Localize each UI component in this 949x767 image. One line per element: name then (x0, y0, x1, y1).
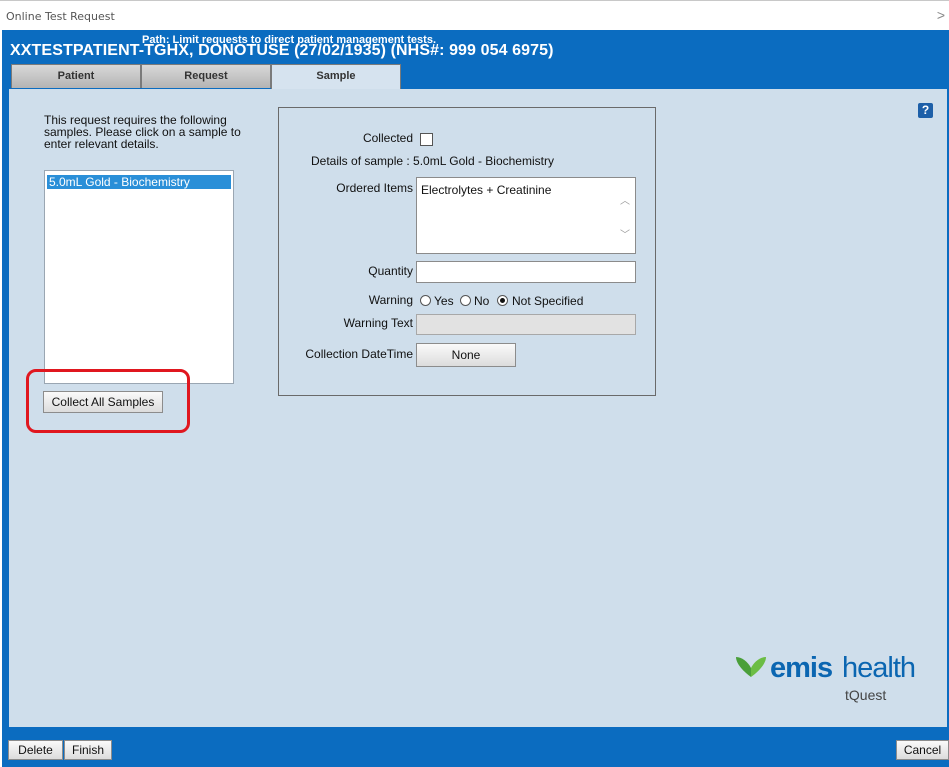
collection-datetime-button[interactable]: None (416, 343, 516, 367)
chevron-down-icon[interactable]: ﹀ (620, 226, 630, 241)
cancel-button[interactable]: Cancel (896, 740, 949, 760)
collected-checkbox[interactable] (420, 133, 433, 146)
radio-selected-dot (500, 298, 505, 303)
ordered-items-list[interactable]: Electrolytes + Creatinine ︿ ﹀ (416, 177, 636, 254)
finish-button[interactable]: Finish (64, 740, 112, 760)
collected-label: Collected (362, 131, 413, 145)
brand-logo-health: health (842, 652, 916, 684)
emis-leaf-icon (736, 657, 766, 677)
window-title: Online Test Request (6, 10, 115, 23)
delete-button[interactable]: Delete (8, 740, 63, 760)
footer-bar (2, 727, 949, 767)
highlight-annotation (26, 369, 190, 433)
close-icon[interactable]: > (937, 7, 945, 23)
warning-no-radio[interactable] (460, 295, 471, 306)
chevron-up-icon[interactable]: ︿ (620, 192, 630, 207)
patient-banner: XXTESTPATIENT-TGHX, DONOTUSE (27/02/1935… (10, 42, 554, 59)
warning-text-input (416, 314, 636, 335)
ordered-items-label: Ordered Items (336, 181, 413, 195)
sample-list[interactable]: 5.0mL Gold - Biochemistry (44, 170, 234, 384)
tab-patient[interactable]: Patient (11, 64, 141, 88)
quantity-label: Quantity (368, 264, 413, 278)
warning-text-label: Warning Text (343, 316, 413, 330)
sample-details-text: Details of sample : 5.0mL Gold - Biochem… (311, 154, 554, 168)
warning-label: Warning (368, 293, 413, 307)
tab-sample[interactable]: Sample (271, 64, 401, 90)
warning-not-specified-radio[interactable] (497, 295, 508, 306)
collection-datetime-label: Collection DateTime (305, 347, 413, 361)
tab-request[interactable]: Request (141, 64, 271, 88)
quantity-input[interactable] (416, 261, 636, 283)
sample-instructions: This request requires the following samp… (44, 113, 241, 151)
warning-not-specified-label: Not Specified (512, 294, 584, 308)
list-item[interactable]: 5.0mL Gold - Biochemistry (47, 175, 231, 189)
brand-logo-emis: emis (770, 652, 833, 684)
warning-yes-radio[interactable] (420, 295, 431, 306)
warning-yes-label: Yes (434, 294, 454, 308)
ordered-item: Electrolytes + Creatinine (421, 183, 552, 197)
brand-product-name: tQuest (845, 687, 887, 703)
window-titlebar: Online Test Request > (0, 0, 949, 31)
help-icon[interactable]: ? (918, 103, 933, 118)
warning-no-label: No (474, 294, 490, 308)
